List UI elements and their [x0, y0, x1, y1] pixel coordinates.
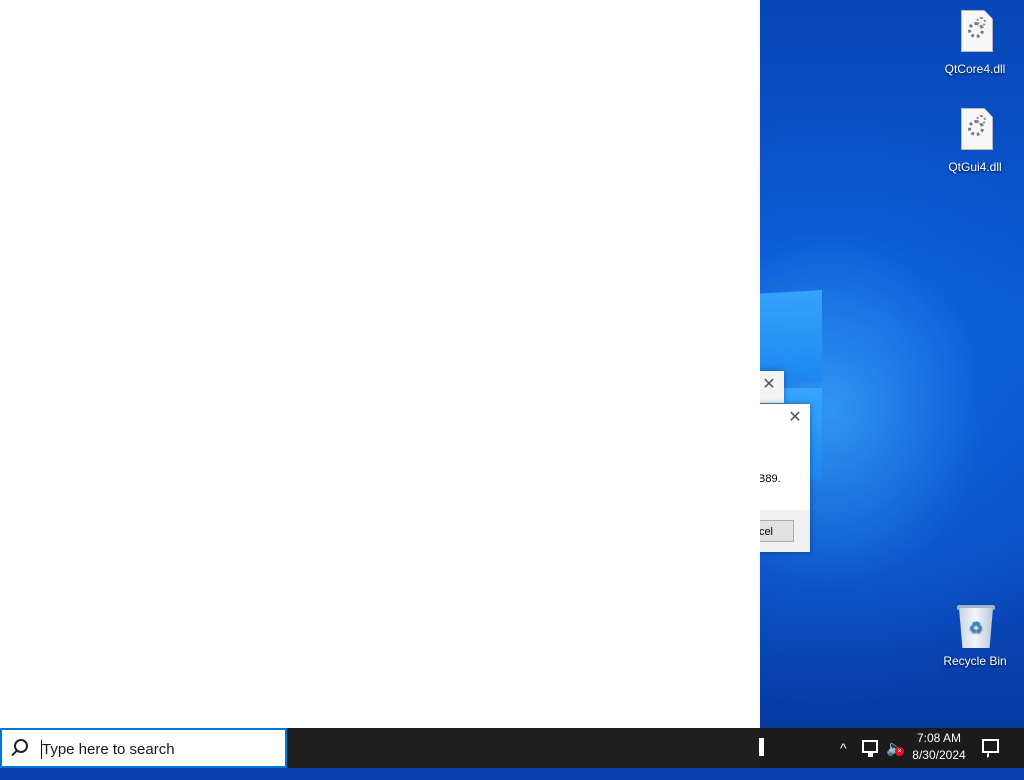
taskbar: Type here to search ^ 🔈 × 7:08 AM 8/30/2… [0, 728, 1024, 768]
desktop: QtCore4.dll QtGui4.dll ♻ Recycle Bin ✕ ✕… [0, 0, 1024, 728]
clock-time: 7:08 AM [916, 731, 962, 745]
close-icon[interactable]: ✕ [760, 376, 778, 394]
search-icon [14, 739, 28, 753]
recycle-symbol-icon: ♻ [968, 620, 984, 637]
show-hidden-icons-chevron-icon[interactable]: ^ [840, 740, 847, 780]
taskbar-apps-area [287, 728, 760, 768]
desktop-icon-qtgui4[interactable]: QtGui4.dll [935, 108, 1015, 174]
desktop-icon-recycle-bin[interactable]: ♻ Recycle Bin [935, 602, 1015, 668]
clock-date: 8/30/2024 [912, 748, 966, 762]
taskbar-app-indicator[interactable] [759, 738, 764, 756]
notification-center-icon[interactable] [982, 739, 999, 753]
desktop-icon-qtcore4[interactable]: QtCore4.dll [935, 10, 1015, 76]
system-clock[interactable]: 7:08 AM 8/30/2024 [906, 730, 972, 764]
recycle-bin-icon: ♻ [955, 602, 995, 650]
dll-file-icon [955, 108, 995, 156]
windows-logo-pane-top [760, 290, 822, 382]
network-icon[interactable] [862, 740, 878, 757]
close-icon[interactable]: ✕ [786, 409, 804, 427]
blank-app-window[interactable] [0, 0, 760, 728]
dll-file-icon [955, 10, 995, 58]
desktop-icon-label: QtGui4.dll [948, 160, 1002, 174]
volume-error-badge: × [895, 747, 904, 756]
desktop-icon-label: Recycle Bin [943, 654, 1007, 668]
desktop-icon-label: QtCore4.dll [944, 62, 1006, 76]
search-input[interactable]: Type here to search [0, 728, 287, 768]
volume-muted-icon[interactable]: 🔈 [886, 739, 905, 779]
search-placeholder: Type here to search [42, 741, 175, 758]
